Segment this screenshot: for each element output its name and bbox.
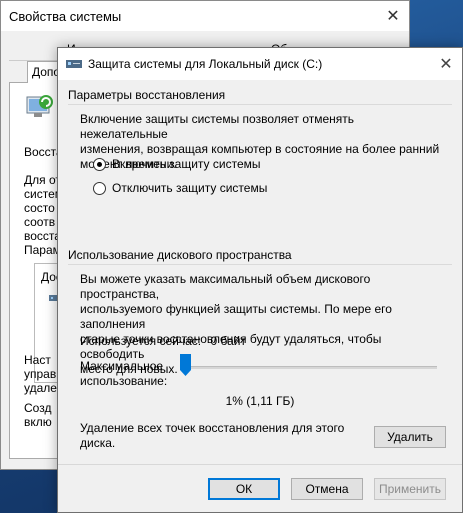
section-divider [68,104,452,105]
cancel-button[interactable]: Отмена [291,478,363,500]
drive-icon [66,60,82,68]
disk-usage-heading: Использование дискового пространства [68,248,292,262]
radio-label: Отключить защиту системы [112,181,268,195]
bg-text-line: восста [24,229,61,243]
restore-settings-heading: Параметры восстановления [68,88,226,102]
bg-text-line: удале [24,381,57,395]
radio-button-checked[interactable] [93,157,106,171]
system-properties-titlebar: Свойства системы ✕ [1,1,409,31]
bg-text-line: состо [24,201,55,215]
bg-text-line: управ [24,367,57,381]
close-icon[interactable]: ✕ [430,48,462,80]
dialog-titlebar: Защита системы для Локальный диск (C:) ✕ [58,48,462,80]
current-usage-label: Используется сейчас: [80,334,202,348]
dialog-title: Защита системы для Локальный диск (C:) [88,57,323,71]
max-usage-slider-thumb[interactable] [179,354,191,376]
apply-button[interactable]: Применить [374,478,446,500]
max-usage-label: Максимальное использование: [80,359,168,388]
system-properties-title: Свойства системы [9,8,122,24]
system-protection-dialog: Защита системы для Локальный диск (C:) ✕… [57,47,463,513]
max-usage-slider-track[interactable] [182,366,437,369]
ok-button[interactable]: ОК [208,478,280,500]
radio-button[interactable] [93,181,106,195]
radio-label: Включить защиту системы [112,157,261,171]
bg-text-line: вклю [24,415,52,429]
max-usage-readout: 1% (1,11 ГБ) [225,394,295,408]
current-usage-row: Используется сейчас: 0 байт [80,334,442,349]
bg-text-line: Для от [24,173,61,187]
bg-text-line: соотв [24,215,56,229]
radio-enable-protection[interactable]: Включить защиту системы [93,157,261,171]
delete-points-text: Удаление всех точек восстановления для э… [80,421,345,450]
close-icon[interactable]: ✕ [377,1,409,31]
current-usage-value: 0 байт [210,334,246,348]
delete-button[interactable]: Удалить [374,426,446,448]
footer-divider [58,464,462,465]
system-restore-icon [26,95,53,117]
bg-text-params: Парам [24,243,61,257]
section-divider [68,264,452,265]
bg-text-line: Наст [24,353,51,367]
radio-disable-protection[interactable]: Отключить защиту системы [93,181,267,195]
bg-text-line: Созд [24,401,52,415]
